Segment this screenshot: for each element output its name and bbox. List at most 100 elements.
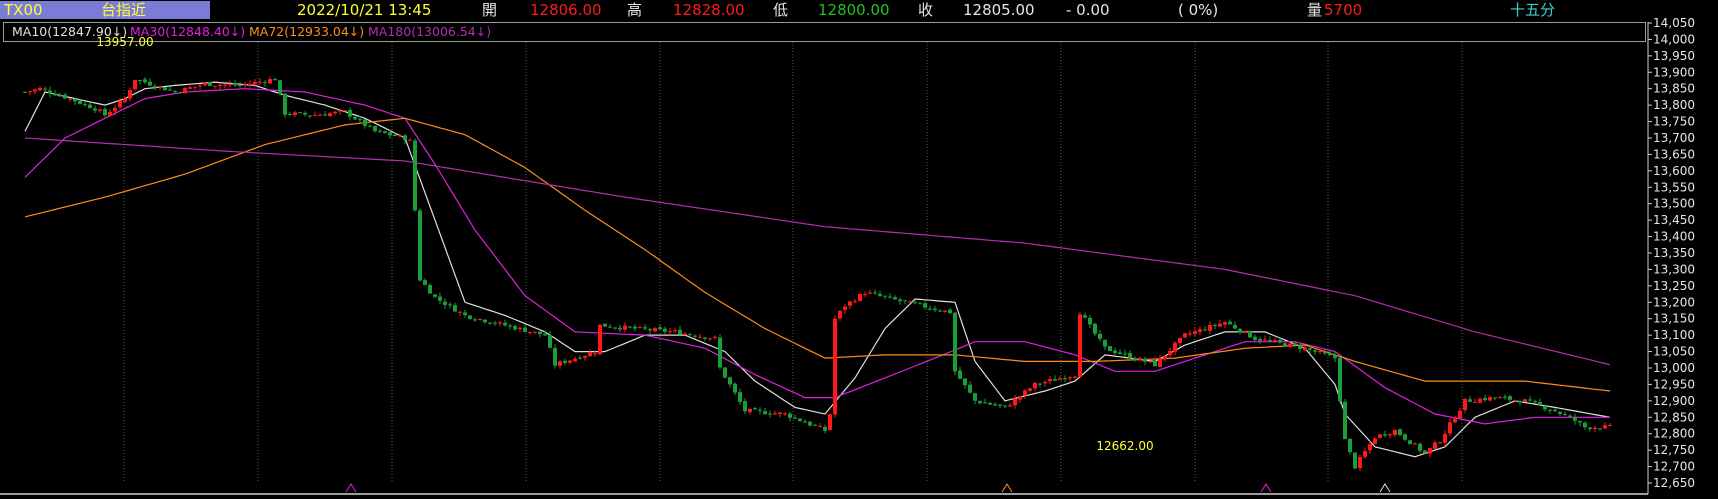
candle-body	[1538, 402, 1542, 406]
candle-body	[468, 315, 472, 319]
candle-body	[898, 299, 902, 302]
candle-body	[723, 367, 727, 378]
candle-body	[1478, 398, 1482, 403]
candle-body	[93, 108, 97, 111]
candle-body	[1113, 350, 1117, 354]
candle-body	[1518, 401, 1522, 403]
candle-body	[788, 413, 792, 418]
candle-body	[673, 330, 677, 332]
candle-body	[1133, 358, 1137, 360]
y-tick-label: 13,550	[1653, 180, 1695, 194]
candle-body	[913, 302, 917, 304]
candle-body	[1368, 444, 1372, 451]
candle-body	[458, 311, 462, 313]
candle-body	[418, 210, 422, 281]
y-tick-label: 13,700	[1653, 131, 1695, 145]
signal-marker	[1260, 483, 1272, 493]
candle-body	[1493, 397, 1497, 399]
y-tick-label: 12,650	[1653, 476, 1695, 490]
candle-body	[573, 358, 577, 362]
candle-body	[1603, 425, 1607, 429]
candle-body	[108, 111, 112, 116]
candlestick-chart[interactable]: 12,650 12,700 12,750 12,800 12,850 12,900 12,9…	[0, 0, 1718, 499]
candle-body	[758, 409, 762, 411]
candle-body	[1333, 354, 1337, 359]
candle-body	[1593, 427, 1597, 430]
candle-body	[658, 327, 662, 330]
candle-body	[1578, 421, 1582, 423]
candle-body	[693, 335, 697, 337]
candle-body	[763, 411, 767, 415]
candle-body	[863, 294, 867, 296]
candle-body	[223, 84, 227, 86]
candle-body	[1408, 440, 1412, 445]
candle-body	[798, 418, 802, 422]
candle-body	[883, 295, 887, 297]
candle-body	[1503, 396, 1507, 398]
candle-body	[1403, 434, 1407, 440]
y-tick-label: 13,400	[1653, 230, 1695, 244]
y-tick-label: 12,850	[1653, 410, 1695, 424]
candle-body	[343, 110, 347, 112]
candle-body	[893, 297, 897, 300]
signal-marker	[1379, 483, 1391, 493]
candle-body	[733, 383, 737, 393]
y-tick-label: 13,150	[1653, 312, 1695, 326]
candle-body	[1048, 379, 1052, 382]
candle-body	[33, 89, 37, 92]
candle-body	[1103, 339, 1107, 347]
candle-body	[1123, 353, 1127, 355]
candle-body	[608, 326, 612, 328]
candle-body	[38, 87, 42, 91]
candle-body	[613, 327, 617, 329]
candle-body	[318, 114, 322, 116]
candle-body	[238, 84, 242, 86]
candle-body	[98, 109, 102, 111]
candle-body	[1003, 405, 1007, 407]
candle-body	[1193, 331, 1197, 334]
candle-body	[1158, 358, 1162, 367]
candle-body	[558, 361, 562, 366]
candle-body	[533, 331, 537, 333]
y-tick-label: 14,050	[1653, 16, 1695, 30]
candle-body	[158, 86, 162, 88]
candle-body	[678, 329, 682, 335]
candle-body	[1153, 361, 1157, 367]
candle-body	[1363, 451, 1367, 457]
y-tick-label: 13,750	[1653, 115, 1695, 129]
candle-body	[198, 85, 202, 87]
candle-body	[1143, 358, 1147, 362]
candle-body	[858, 294, 862, 302]
candle-body	[618, 327, 622, 330]
candle-body	[1248, 331, 1252, 338]
candle-body	[243, 84, 247, 86]
candle-body	[1208, 325, 1212, 331]
candle-body	[778, 412, 782, 414]
candle-body	[283, 93, 287, 115]
candle-body	[1313, 350, 1317, 352]
candle-body	[383, 131, 387, 134]
candle-body	[113, 107, 117, 112]
candle-body	[783, 413, 787, 415]
y-tick-label: 13,350	[1653, 246, 1695, 260]
low-price-label: 12662.00	[1096, 439, 1153, 453]
high-price-label: 13957.00	[96, 35, 153, 49]
candle-body	[1043, 382, 1047, 384]
candle-body	[373, 125, 377, 132]
candle-body	[83, 104, 87, 106]
candle-body	[868, 292, 872, 294]
candle-body	[553, 348, 557, 366]
candle-body	[1588, 427, 1592, 430]
candle-body	[1273, 340, 1277, 342]
candle-body	[448, 304, 452, 306]
candle-body	[1108, 346, 1112, 352]
candle-body	[168, 89, 172, 91]
y-tick-label: 13,500	[1653, 197, 1695, 211]
candle-body	[58, 95, 62, 97]
candle-body	[528, 331, 532, 333]
candle-body	[1283, 343, 1287, 347]
candle-body	[308, 115, 312, 117]
candle-body	[848, 301, 852, 306]
y-tick-label: 13,900	[1653, 65, 1695, 79]
candle-body	[28, 91, 32, 93]
